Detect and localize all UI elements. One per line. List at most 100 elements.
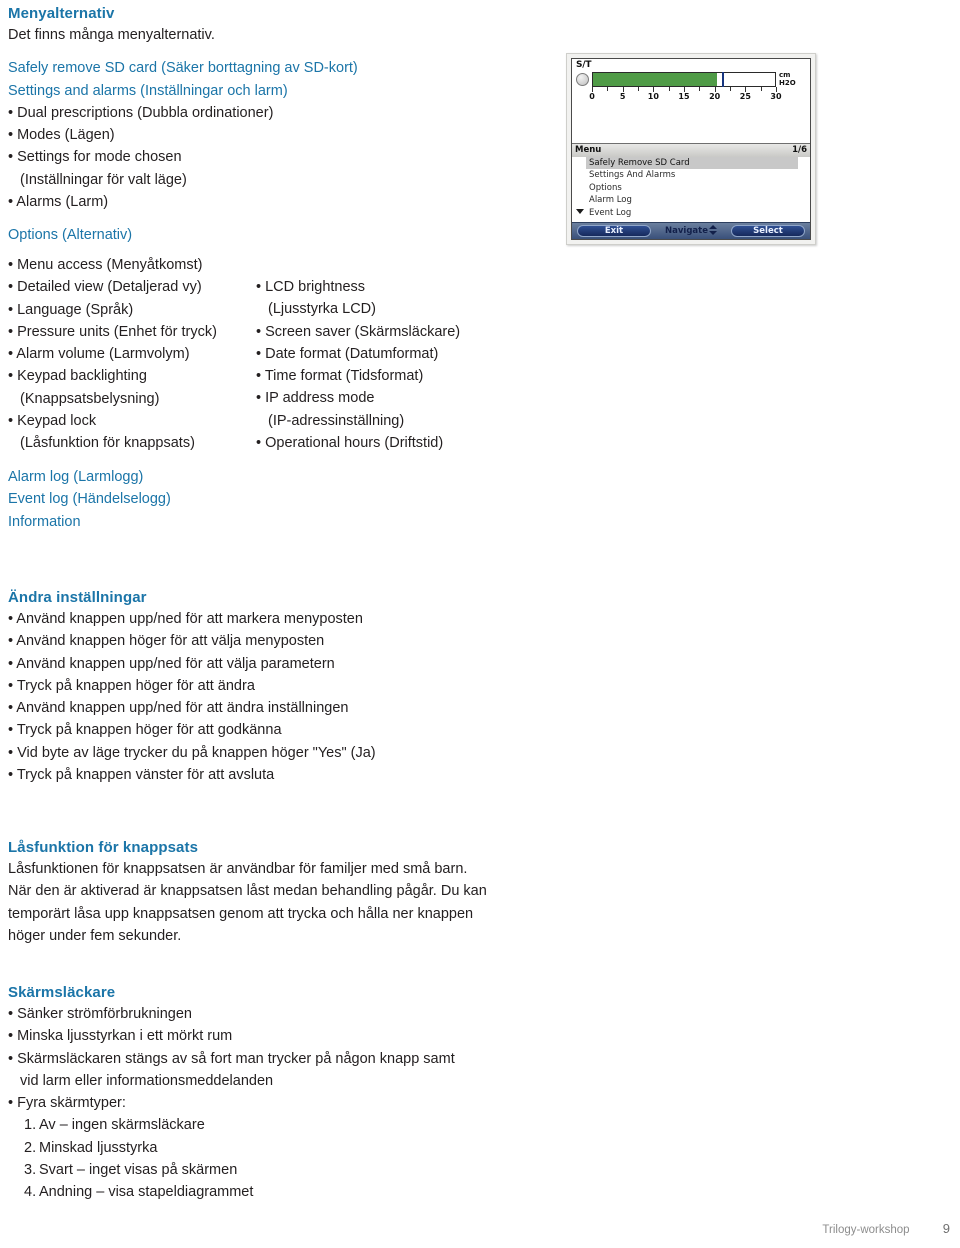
change-settings-step-8: • Tryck på knappen vänster för att avslu… — [8, 767, 275, 784]
axis-tick — [760, 87, 762, 91]
device-menu-titlebar: Menu 1/6 — [572, 143, 810, 158]
screensaver-bullet-3: • Skärmsläckaren stängs av så fort man t… — [8, 1050, 455, 1067]
softkey-navigate-text: Navigate — [665, 226, 708, 236]
axis-tick — [638, 87, 639, 91]
axis-tick-label: 15 — [678, 92, 690, 101]
device-softkey-bar: Exit Navigate Select — [572, 222, 810, 239]
axis-tick-label: 25 — [739, 92, 751, 101]
screensaver-type-1-text: Av – ingen skärmsläckare — [39, 1117, 205, 1134]
screensaver-type-3-number: 3. — [24, 1162, 37, 1179]
change-settings-step-2: • Använd knappen höger för att välja men… — [8, 633, 325, 650]
device-screen: S/T cm H2O 0 5 10 15 20 25 30 Menu 1/6 Safely R… — [571, 58, 811, 240]
options-column-right: • LCD brightness (Ljusstyrka LCD) • Scre… — [256, 276, 546, 454]
device-screenshot: S/T cm H2O 0 5 10 15 20 25 30 Menu 1/6 Safely R… — [566, 53, 816, 245]
keypad-lock-line-4: höger under fem sekunder. — [8, 927, 182, 944]
device-menu-item[interactable]: Event Log — [586, 207, 798, 219]
option-language: • Language (Språk) — [8, 301, 134, 318]
screensaver-type-4-text: Andning – visa stapeldiagrammet — [39, 1184, 254, 1201]
logs-section: Alarm log (Larmlogg) Event log (Händelse… — [8, 466, 408, 533]
option-keypad-backlighting: • Keypad backlighting — [8, 368, 147, 385]
option-operational-hours: • Operational hours (Driftstid) — [256, 435, 444, 452]
axis-tick — [730, 87, 731, 91]
menu-bullet-settings-for-mode: • Settings for mode chosen — [8, 149, 182, 166]
change-settings-step-1: • Använd knappen upp/ned för att markera… — [8, 611, 363, 627]
screensaver-type-2: 2. Minskad ljusstyrka — [8, 1137, 528, 1159]
option-keypad-lock: • Keypad lock — [8, 413, 97, 430]
change-settings-step-7: • Vid byte av läge trycker du på knappen… — [8, 744, 376, 761]
change-settings-step-5: • Använd knappen upp/ned för att ändra i… — [8, 700, 349, 717]
option-screen-saver: • Screen saver (Skärmsläckare) — [256, 323, 461, 340]
softkey-select-button[interactable]: Select — [731, 225, 805, 237]
menu-options-intro: Det finns många menyalternativ. — [8, 27, 215, 43]
screensaver-type-3-text: Svart – inget visas på skärmen — [39, 1162, 238, 1179]
footer-page-number: 9 — [942, 1221, 950, 1236]
menu-link-options: Options (Alternativ) — [8, 227, 133, 244]
device-menu-item[interactable]: Safely Remove SD Card — [586, 157, 798, 170]
change-settings-heading: Ändra inställningar — [8, 589, 147, 606]
axis-tick-label: 5 — [619, 92, 626, 101]
screensaver-type-1-number: 1. — [24, 1117, 37, 1134]
device-menu-item[interactable]: Options — [586, 182, 798, 194]
pressure-bar-marker — [721, 72, 724, 87]
menu-bullet-modes: • Modes (Lägen) — [8, 127, 115, 144]
scroll-down-caret-icon — [576, 209, 584, 214]
menu-bullet-dual-prescriptions: • Dual prescriptions (Dubbla ordinatione… — [8, 104, 274, 121]
option-lcd-brightness: • LCD brightness — [256, 279, 366, 295]
keypad-lock-heading: Låsfunktion för knappsats — [8, 839, 199, 856]
axis-tick — [668, 87, 670, 91]
menu-link-settings-and-alarms: Settings and alarms (Inställningar och l… — [8, 82, 288, 99]
device-menu-page-indicator: 1/6 — [792, 145, 807, 155]
option-date-format: • Date format (Datumformat) — [256, 345, 439, 362]
link-information: Information — [8, 513, 81, 530]
change-settings-step-6: • Tryck på knappen höger för att godkänn… — [8, 722, 282, 739]
pressure-bar-graph — [592, 72, 776, 87]
keypad-lock-line-2: När den är aktiverad är knappsatsen låst… — [8, 883, 487, 900]
option-lcd-brightness-sv: (Ljusstyrka LCD) — [268, 301, 376, 318]
link-alarm-log: Alarm log (Larmlogg) — [8, 469, 144, 485]
link-event-log: Event log (Händelselogg) — [8, 491, 171, 508]
option-time-format: • Time format (Tidsformat) — [256, 368, 424, 385]
option-pressure-units: • Pressure units (Enhet för tryck) — [8, 323, 217, 340]
page-footer: Trilogy-workshop 9 — [0, 1221, 950, 1236]
screensaver-type-4: 4. Andning – visa stapeldiagrammet — [8, 1181, 528, 1203]
option-menu-access: • Menu access (Menyåtkomst) — [8, 257, 203, 273]
options-column-left: • Menu access (Menyåtkomst) • Detailed v… — [8, 254, 253, 455]
softkey-exit-button[interactable]: Exit — [577, 225, 651, 237]
axis-tick — [699, 87, 701, 91]
option-ip-address-mode: • IP address mode — [256, 390, 375, 407]
device-menu-item[interactable]: Alarm Log — [586, 194, 798, 206]
screensaver-type-2-text: Minskad ljusstyrka — [39, 1139, 158, 1156]
device-mode-label: S/T — [576, 60, 592, 70]
change-settings-step-4: • Tryck på knappen höger för att ändra — [8, 677, 255, 694]
softkey-navigate-label[interactable]: Navigate — [665, 225, 717, 237]
screensaver-section: Skärmsläckare • Sänker strömförbrukninge… — [8, 983, 528, 1204]
screensaver-bullet-1: • Sänker strömförbrukningen — [8, 1006, 192, 1022]
keypad-lock-line-1: Låsfunktionen för knappsatsen är användb… — [8, 861, 468, 877]
change-settings-step-3: • Använd knappen upp/ned för att välja p… — [8, 655, 335, 672]
device-status-indicator-icon — [576, 73, 589, 86]
menu-link-safely-remove-sd: Safely remove SD card (Säker borttagning… — [8, 60, 358, 77]
device-menu-title: Menu — [575, 145, 602, 155]
axis-tick-label: 10 — [647, 92, 659, 101]
screensaver-bullet-2: • Minska ljusstyrkan i ett mörkt rum — [8, 1028, 233, 1045]
option-detailed-view: • Detailed view (Detaljerad vy) — [8, 279, 202, 296]
menu-options-section: Menyalternativ Det finns många menyalter… — [8, 4, 548, 247]
device-menu-item[interactable]: Settings And Alarms — [586, 169, 798, 181]
change-settings-section: Ändra inställningar • Använd knappen upp… — [8, 588, 568, 786]
option-ip-address-mode-sv: (IP-adressinställning) — [268, 412, 405, 429]
option-keypad-backlighting-sv: (Knappsatsbelysning) — [20, 390, 160, 407]
pressure-bar-axis: 0 5 10 15 20 25 30 — [589, 87, 782, 103]
screensaver-type-2-number: 2. — [24, 1139, 37, 1156]
menu-options-heading: Menyalternativ — [8, 5, 115, 22]
screensaver-bullet-4: • Fyra skärmtyper: — [8, 1095, 126, 1112]
axis-tick-label: 20 — [709, 92, 721, 101]
footer-document-name: Trilogy-workshop — [822, 1224, 910, 1236]
axis-tick-label: 0 — [589, 92, 595, 101]
document-page: Menyalternativ Det finns många menyalter… — [0, 0, 960, 1248]
menu-bullet-alarms: • Alarms (Larm) — [8, 194, 109, 211]
up-down-arrows-icon — [708, 225, 717, 235]
keypad-lock-section: Låsfunktion för knappsats Låsfunktionen … — [8, 838, 548, 947]
axis-tick — [607, 87, 609, 91]
device-menu-list[interactable]: Safely Remove SD Card Settings And Alarms… — [572, 157, 810, 220]
pressure-bar-fill — [593, 73, 718, 86]
